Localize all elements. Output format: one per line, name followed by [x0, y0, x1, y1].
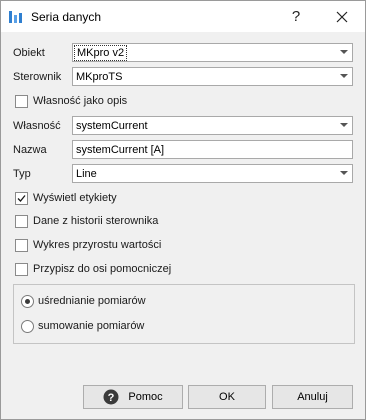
- przypisz-do-osi-label: Przypisz do osi pomocniczej: [33, 263, 172, 275]
- wlasnosc-jako-opis-checkbox[interactable]: [15, 95, 28, 108]
- sumowanie-radio[interactable]: [21, 320, 34, 333]
- obiekt-value: MKpro v2: [73, 45, 128, 61]
- aggregation-radio-group: uśrednianie pomiarów sumowanie pomiarów: [13, 284, 355, 344]
- wlasnosc-jako-opis-label: Własność jako opis: [33, 95, 128, 107]
- sterownik-select[interactable]: MKproTS: [72, 67, 353, 86]
- chevron-down-icon[interactable]: [336, 117, 352, 134]
- typ-value: Line: [76, 168, 97, 180]
- chevron-down-icon[interactable]: [336, 68, 352, 85]
- wlasnosc-select[interactable]: systemCurrent: [72, 116, 353, 135]
- wlasnosc-label: Własność: [13, 120, 61, 132]
- usrednianie-radio[interactable]: [21, 295, 34, 308]
- typ-select[interactable]: Line: [72, 164, 353, 183]
- help-button[interactable]: ? Pomoc: [83, 385, 183, 409]
- close-icon: [336, 11, 348, 22]
- title-help-button[interactable]: ?: [273, 1, 319, 32]
- wyswietl-etykiety-label: Wyświetl etykiety: [33, 192, 117, 204]
- close-button[interactable]: [319, 1, 365, 32]
- typ-label: Typ: [13, 168, 31, 180]
- radio-selected-dot: [25, 299, 30, 304]
- title-bar: Seria danych ?: [1, 1, 365, 32]
- ok-button-label: OK: [219, 391, 235, 403]
- help-icon: ?: [103, 389, 119, 405]
- cancel-button-label: Anuluj: [297, 391, 328, 403]
- chevron-down-icon[interactable]: [336, 44, 352, 61]
- usrednianie-label: uśrednianie pomiarów: [38, 295, 146, 307]
- chevron-down-icon[interactable]: [336, 165, 352, 182]
- nazwa-label: Nazwa: [13, 144, 47, 156]
- checkmark-icon: [17, 195, 26, 202]
- wlasnosc-value: systemCurrent: [76, 120, 148, 132]
- window-title: Seria danych: [31, 10, 102, 24]
- wykres-przyrostu-label: Wykres przyrostu wartości: [33, 239, 162, 251]
- nazwa-value: systemCurrent [A]: [76, 144, 165, 156]
- wyswietl-etykiety-checkbox[interactable]: [15, 192, 28, 205]
- przypisz-do-osi-checkbox[interactable]: [15, 263, 28, 276]
- sumowanie-label: sumowanie pomiarów: [38, 320, 145, 332]
- svg-text:?: ?: [108, 392, 115, 404]
- help-button-label: Pomoc: [128, 391, 163, 403]
- obiekt-select[interactable]: MKpro v2: [72, 43, 353, 62]
- wykres-przyrostu-checkbox[interactable]: [15, 239, 28, 252]
- dialog-window: Seria danych ? Obiekt MKpro v2 Sterownik…: [0, 0, 366, 420]
- dane-z-historii-label: Dane z historii sterownika: [33, 215, 159, 227]
- ok-button[interactable]: OK: [188, 385, 266, 409]
- nazwa-input[interactable]: systemCurrent [A]: [72, 140, 353, 159]
- sterownik-label: Sterownik: [13, 71, 62, 83]
- app-icon: [8, 9, 24, 25]
- cancel-button[interactable]: Anuluj: [272, 385, 353, 409]
- dane-z-historii-checkbox[interactable]: [15, 215, 28, 228]
- obiekt-label: Obiekt: [13, 47, 45, 59]
- sterownik-value: MKproTS: [76, 71, 123, 83]
